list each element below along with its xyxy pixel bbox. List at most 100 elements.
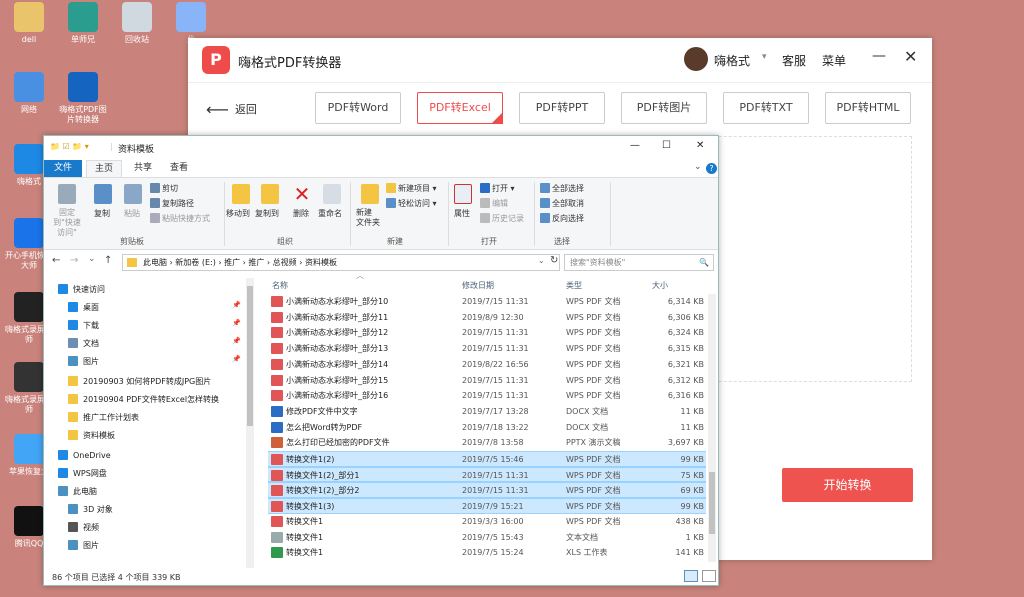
nav-item[interactable]: 图片 [68, 354, 99, 370]
nav-item[interactable]: 此电脑 [58, 484, 97, 500]
file-row[interactable]: 怎么把Word转为PDF 2019/7/18 13:22 DOCX 文档 11 KB [268, 420, 706, 436]
nav-item[interactable]: 推广工作计划表 [68, 410, 139, 426]
desktop-shortcut[interactable]: 网络 [4, 72, 54, 115]
file-row[interactable]: 转换文件1 2019/7/5 15:43 文本文档 1 KB [268, 530, 706, 546]
file-row[interactable]: 转换文件1(3) 2019/7/9 15:21 WPS PDF 文档 99 KB [268, 498, 706, 514]
nav-item[interactable]: 快速访问 [58, 282, 105, 298]
up-icon[interactable]: ↑ [104, 255, 112, 266]
service-button[interactable]: 客服 [782, 52, 806, 69]
select-none-button[interactable]: 全部取消 [540, 198, 584, 209]
tab-conversion-4[interactable]: PDF转TXT [723, 92, 809, 124]
file-row[interactable]: 小满新动态水彩缪叶_部分12 2019/7/15 11:31 WPS PDF 文档 6… [268, 325, 706, 341]
refresh-icon[interactable]: ↻ [550, 255, 558, 266]
avatar[interactable] [684, 47, 708, 71]
file-row[interactable]: 修改PDF文件中文字 2019/7/17 13:28 DOCX 文档 11 KB [268, 404, 706, 420]
desktop-shortcut[interactable]: dell [4, 2, 54, 45]
file-row[interactable]: 小满新动态水彩缪叶_部分10 2019/7/15 11:31 WPS PDF 文档 6… [268, 294, 706, 310]
search-input[interactable]: 搜索"资料模板" 🔍 [564, 254, 714, 271]
forward-nav-icon[interactable]: → [70, 255, 78, 266]
tab-conversion-3[interactable]: PDF转图片 [621, 92, 707, 124]
file-row[interactable]: 小满新动态水彩缪叶_部分15 2019/7/15 11:31 WPS PDF 文档 6… [268, 373, 706, 389]
nav-item[interactable]: 视频 [68, 520, 99, 536]
minimize-button[interactable]: — [630, 140, 640, 151]
desktop-shortcut[interactable]: 嗨格式PDF图片转换器 [58, 72, 108, 125]
nav-item[interactable]: 图片 [68, 538, 99, 554]
paste-shortcut-button[interactable]: 粘贴快捷方式 [150, 213, 210, 224]
details-view-icon[interactable] [684, 570, 698, 582]
address-input[interactable]: 此电脑 › 新加卷 (E:) › 推广 › 推广 › 总视频 › 资料模板 [122, 254, 560, 271]
pin-icon[interactable]: 📌 [232, 337, 241, 345]
file-row[interactable]: 转换文件1 2019/3/3 16:00 WPS PDF 文档 438 KB [268, 514, 706, 530]
nav-item[interactable]: 桌面 [68, 300, 99, 316]
tab-home[interactable]: 主页 [86, 160, 122, 177]
column-name[interactable]: 名称 [272, 278, 288, 294]
rename-button[interactable]: 重命名 [318, 208, 342, 219]
file-row[interactable]: 转换文件1 2019/7/5 15:24 XLS 工作表 141 KB [268, 545, 706, 561]
pin-icon[interactable]: 📌 [232, 319, 241, 327]
new-item-button[interactable]: 新建项目 ▾ [386, 183, 437, 194]
help-icon[interactable]: ? [706, 163, 717, 174]
cut-button[interactable]: 剪切 [150, 183, 178, 194]
file-row[interactable]: 小满新动态水彩缪叶_部分13 2019/7/15 11:31 WPS PDF 文档 6… [268, 341, 706, 357]
recent-locations-icon[interactable]: ⌄ [88, 254, 96, 264]
pin-icon[interactable]: 📌 [232, 355, 241, 363]
column-size[interactable]: 大小 [652, 278, 668, 294]
pin-quick-access-button[interactable]: 固定到"快速访问" [50, 208, 84, 238]
easy-access-button[interactable]: 轻松访问 ▾ [386, 198, 437, 209]
close-button[interactable]: ✕ [696, 140, 704, 151]
nav-item[interactable]: OneDrive [58, 448, 111, 464]
invert-selection-button[interactable]: 反向选择 [540, 213, 584, 224]
ribbon-toggle-icon[interactable]: ⌄ [694, 162, 702, 172]
maximize-button[interactable]: ☐ [662, 140, 671, 151]
history-button[interactable]: 历史记录 [480, 213, 524, 224]
tab-view[interactable]: 查看 [164, 160, 194, 177]
file-row[interactable]: 转换文件1(2)_部分2 2019/7/15 11:31 WPS PDF 文档 69 … [268, 482, 706, 499]
tab-conversion-2[interactable]: PDF转PPT [519, 92, 605, 124]
address-dropdown-icon[interactable]: ⌄ [538, 256, 545, 265]
copy-button[interactable]: 复制 [94, 208, 110, 219]
file-row[interactable]: 转换文件1(2) 2019/7/5 15:46 WPS PDF 文档 99 KB [268, 451, 706, 467]
start-convert-button[interactable]: 开始转换 [782, 468, 913, 502]
nav-item[interactable]: 文档 [68, 336, 99, 352]
file-scrollbar[interactable] [708, 294, 716, 562]
tab-conversion-1[interactable]: PDF转Excel [417, 92, 503, 124]
file-row[interactable]: 小满新动态水彩缪叶_部分14 2019/8/22 16:56 WPS PDF 文档 6… [268, 357, 706, 373]
column-type[interactable]: 类型 [566, 278, 582, 294]
desktop-shortcut[interactable]: 回收站 [112, 2, 162, 45]
pin-icon[interactable]: 📌 [232, 301, 241, 309]
nav-item[interactable]: 资料模板 [68, 428, 115, 444]
tab-conversion-5[interactable]: PDF转HTML [825, 92, 911, 124]
tab-file[interactable]: 文件 [44, 160, 82, 177]
file-scroll-thumb[interactable] [709, 472, 715, 534]
nav-item[interactable]: 20190904 PDF文件转Excel怎样转换 [68, 392, 219, 408]
column-date[interactable]: 修改日期 [462, 278, 494, 294]
large-icons-view-icon[interactable] [702, 570, 716, 582]
file-row[interactable]: 怎么打印已经加密的PDF文件 2019/7/8 13:58 PPTX 演示文稿 3,6… [268, 435, 706, 451]
nav-item[interactable]: 20190903 如何将PDF转成JPG图片 [68, 374, 211, 390]
edit-button[interactable]: 编辑 [480, 198, 508, 209]
paste-button[interactable]: 粘贴 [124, 208, 140, 219]
desktop-shortcut[interactable]: 单师兄 [58, 2, 108, 45]
back-nav-icon[interactable]: ← [52, 255, 60, 266]
nav-item[interactable]: 下载 [68, 318, 99, 334]
user-name[interactable]: 嗨格式 [714, 52, 750, 69]
menu-button[interactable]: 菜单 [822, 52, 846, 69]
properties-button[interactable]: 属性 [454, 208, 470, 219]
minimize-button[interactable]: — [872, 48, 886, 64]
nav-scroll-thumb[interactable] [247, 286, 253, 426]
tab-share[interactable]: 共享 [128, 160, 158, 177]
nav-scrollbar[interactable] [246, 278, 254, 568]
user-dropdown-icon[interactable]: ▾ [762, 52, 767, 62]
nav-item[interactable]: WPS网盘 [58, 466, 107, 482]
file-row[interactable]: 小满新动态水彩缪叶_部分11 2019/8/9 12:30 WPS PDF 文档 6,… [268, 310, 706, 326]
open-button[interactable]: 打开 ▾ [480, 183, 515, 194]
close-button[interactable]: ✕ [904, 47, 917, 66]
new-folder-button[interactable]: 新建 文件夹 [356, 208, 380, 228]
back-button[interactable]: ⟵ 返回 [206, 100, 257, 119]
tab-conversion-0[interactable]: PDF转Word [315, 92, 401, 124]
file-row[interactable]: 小满新动态水彩缪叶_部分16 2019/7/15 11:31 WPS PDF 文档 6… [268, 388, 706, 404]
delete-button[interactable]: 删除 [293, 208, 309, 219]
copy-path-button[interactable]: 复制路径 [150, 198, 194, 209]
move-to-button[interactable]: 移动到 [226, 208, 250, 219]
select-all-button[interactable]: 全部选择 [540, 183, 584, 194]
